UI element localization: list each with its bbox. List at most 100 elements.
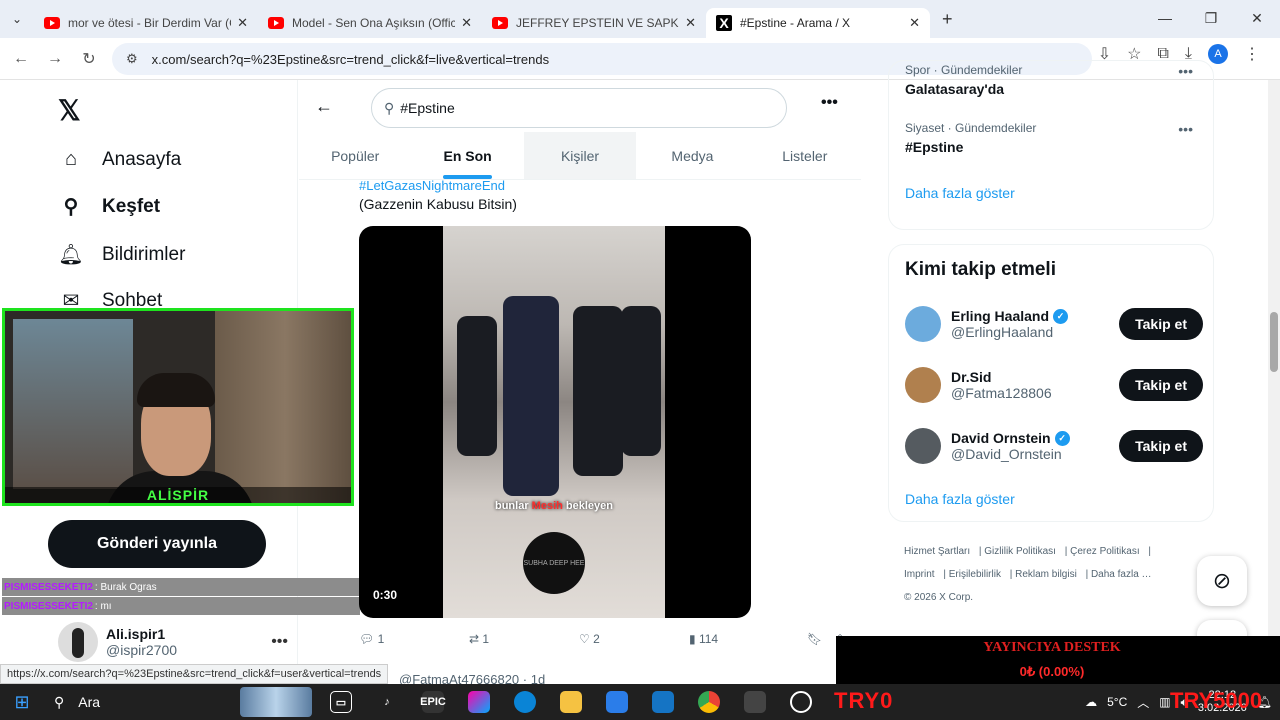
footer-links: Hizmet Şartları | Gizlilik Politikası | … bbox=[904, 546, 1152, 603]
tray-chevron-icon[interactable]: ︿ bbox=[1137, 694, 1149, 711]
follow-suggestion[interactable]: Erling Haaland ✓ @ErlingHaaland Takip et bbox=[905, 299, 1203, 349]
tab-lists[interactable]: Listeler bbox=[749, 132, 861, 179]
trend-item[interactable]: Spor · Gündemdekiler Galatasaray'da bbox=[905, 63, 1022, 97]
footer-link[interactable]: Daha fazla … bbox=[1091, 569, 1152, 580]
network-icon[interactable]: ▥ bbox=[1159, 695, 1170, 709]
temperature: 5°C bbox=[1107, 695, 1128, 709]
minimize-icon[interactable]: — bbox=[1142, 0, 1188, 36]
stream-overlay-text: TRY0 bbox=[834, 688, 894, 713]
speedtest-icon[interactable] bbox=[778, 684, 824, 720]
reply-button[interactable]: 💬︎ 1 bbox=[359, 632, 469, 646]
epic-games-icon[interactable]: EPIC bbox=[410, 684, 456, 720]
browser-tab-2[interactable]: Model - Sen Ona Aşıksın (Offici ✕ bbox=[258, 8, 482, 38]
footer-link[interactable]: Imprint bbox=[904, 569, 935, 580]
site-settings-icon[interactable]: ⚙ bbox=[126, 51, 138, 67]
donation-label: YAYINCIYA DESTEK bbox=[983, 640, 1121, 655]
account-handle: @ErlingHaaland bbox=[951, 324, 1054, 340]
forward-arrow-icon[interactable]: → bbox=[38, 50, 72, 68]
profile-avatar[interactable]: A bbox=[1208, 44, 1228, 64]
chat-user: PISMISESSEKETI2 bbox=[4, 581, 93, 593]
grok-button[interactable]: ⊘ bbox=[1197, 556, 1247, 606]
search-icon: ⚲ bbox=[63, 196, 79, 218]
tab-search-chevron-icon[interactable]: ⌄ bbox=[0, 12, 34, 26]
chrome-icon[interactable] bbox=[686, 684, 732, 720]
nav-item-home[interactable]: ⌂ Anasayfa bbox=[58, 148, 181, 171]
more-dots-icon[interactable]: ••• bbox=[1178, 63, 1193, 79]
restore-icon[interactable]: ❐ bbox=[1188, 0, 1234, 36]
footer-link[interactable]: Gizlilik Politikası bbox=[984, 546, 1056, 557]
show-more-link[interactable]: Daha fazla göster bbox=[905, 185, 1015, 201]
account-name: Dr.Sid bbox=[951, 369, 992, 385]
tab-media[interactable]: Medya bbox=[636, 132, 748, 179]
more-dots-icon[interactable]: ••• bbox=[821, 94, 838, 112]
edge-icon[interactable] bbox=[502, 684, 548, 720]
follow-button[interactable]: Takip et bbox=[1119, 430, 1203, 462]
video-figure bbox=[503, 296, 559, 496]
views-button[interactable]: ▮ 114 bbox=[689, 632, 807, 646]
trend-item[interactable]: Siyaset · Gündemdekiler #Epstine bbox=[905, 121, 1036, 155]
tab-close-icon[interactable]: ✕ bbox=[685, 15, 696, 31]
tab-close-icon[interactable]: ✕ bbox=[237, 15, 248, 31]
footer-link[interactable]: Hizmet Şartları bbox=[904, 546, 970, 557]
bookmark-icon[interactable]: 🔖︎ bbox=[807, 632, 835, 646]
tweet-hashtag-link[interactable]: #LetGazasNightmareEnd bbox=[359, 178, 505, 193]
windows-start-icon[interactable]: ⊞ bbox=[0, 692, 44, 713]
file-explorer-icon[interactable] bbox=[548, 684, 594, 720]
more-dots-icon[interactable]: ••• bbox=[271, 633, 288, 651]
search-icon: ⚲ bbox=[54, 693, 65, 710]
tab-latest[interactable]: En Son bbox=[411, 132, 523, 179]
nav-item-notifications[interactable]: 🔔︎ Bildirimler bbox=[58, 242, 185, 267]
reload-icon[interactable]: ↻ bbox=[72, 49, 106, 69]
follow-button[interactable]: Takip et bbox=[1119, 308, 1203, 340]
new-tab-icon[interactable]: + bbox=[942, 9, 953, 30]
outlook-icon[interactable] bbox=[640, 684, 686, 720]
account-switcher[interactable]: Ali.ispir1 @ispir2700 ••• bbox=[58, 620, 288, 664]
davinci-icon[interactable] bbox=[732, 684, 778, 720]
weather-icon[interactable]: ☁ bbox=[1085, 695, 1097, 709]
tab-people[interactable]: Kişiler bbox=[523, 132, 637, 179]
store-icon[interactable] bbox=[594, 684, 640, 720]
follow-suggestion[interactable]: David Ornstein ✓ @David_Ornstein Takip et bbox=[905, 421, 1203, 471]
taskbar-search[interactable]: ⚲ Ara bbox=[44, 694, 240, 711]
url-text: x.com/search?q=%23Epstine&src=trend_clic… bbox=[151, 51, 550, 67]
footer-link[interactable]: Çerez Politikası bbox=[1070, 546, 1139, 557]
back-arrow-icon[interactable]: ← bbox=[4, 50, 38, 68]
repost-button[interactable]: ⇄ 1 bbox=[469, 632, 579, 646]
tab-title: Model - Sen Ona Aşıksın (Offici bbox=[292, 16, 456, 30]
views-chart-icon: ▮ bbox=[689, 632, 696, 646]
tiktok-icon[interactable]: ♪ bbox=[364, 684, 410, 720]
more-dots-icon[interactable]: ••• bbox=[1178, 121, 1193, 137]
tab-popular[interactable]: Popüler bbox=[299, 132, 411, 179]
search-input[interactable]: ⚲ #Epstine bbox=[371, 88, 787, 128]
browser-tab-4[interactable]: X #Epstine - Arama / X ✕ bbox=[706, 8, 930, 38]
browser-tab-3[interactable]: JEFFREY EPSTEIN VE SAPKIN EP ✕ bbox=[482, 8, 706, 38]
nav-item-explore[interactable]: ⚲ Keşfet bbox=[58, 194, 160, 219]
copilot-icon[interactable] bbox=[456, 684, 502, 720]
browser-tab-1[interactable]: mor ve ötesi - Bir Derdim Var (C ✕ bbox=[34, 8, 258, 38]
close-window-icon[interactable]: ✕ bbox=[1234, 0, 1280, 36]
follow-suggestion[interactable]: Dr.Sid @Fatma128806 Takip et bbox=[905, 360, 1203, 410]
tab-close-icon[interactable]: ✕ bbox=[909, 15, 920, 31]
task-view-icon[interactable]: ▭ bbox=[318, 684, 364, 720]
footer-link[interactable]: Reklam bilgisi bbox=[1015, 569, 1077, 580]
footer-link[interactable]: Erişilebilirlik bbox=[949, 569, 1001, 580]
search-icon: ⚲ bbox=[384, 99, 395, 116]
profile-handle: @ispir2700 bbox=[106, 642, 178, 658]
search-highlight-image[interactable] bbox=[240, 687, 312, 717]
follow-button[interactable]: Takip et bbox=[1119, 369, 1203, 401]
post-button[interactable]: Gönderi yayınla bbox=[48, 520, 266, 568]
verified-badge-icon: ✓ bbox=[1054, 430, 1070, 446]
show-more-link[interactable]: Daha fazla göster bbox=[905, 491, 1015, 507]
youtube-icon bbox=[492, 17, 508, 29]
tweet-video[interactable]: bunlar Mesih bekleyen SUBHA DEEP HEE 0:3… bbox=[359, 226, 751, 618]
tab-close-icon[interactable]: ✕ bbox=[461, 15, 472, 31]
scrollbar-thumb[interactable] bbox=[1270, 312, 1278, 372]
menu-dots-icon[interactable]: ⋮ bbox=[1244, 44, 1260, 64]
back-arrow-icon[interactable]: ← bbox=[315, 96, 333, 117]
x-logo-icon[interactable]: 𝕏 bbox=[58, 94, 81, 127]
like-button[interactable]: ♡ 2 bbox=[579, 632, 689, 646]
nav-label: Keşfet bbox=[102, 195, 161, 217]
page-scrollbar[interactable] bbox=[1268, 80, 1280, 668]
avatar bbox=[905, 306, 941, 342]
video-figure bbox=[457, 316, 497, 456]
